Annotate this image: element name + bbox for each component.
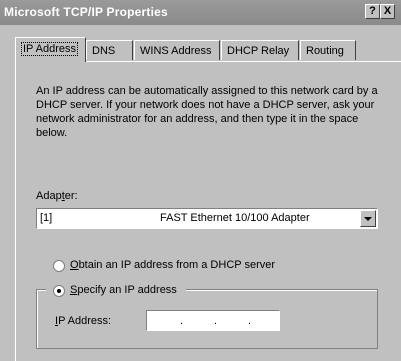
obtain-ip-text: btain an IP address from a DHCP server — [78, 259, 276, 271]
adapter-index: [1] — [40, 212, 53, 224]
obtain-ip-label[interactable]: Obtain an IP address from a DHCP server — [70, 259, 275, 271]
ip-separator: . — [180, 315, 184, 327]
tab-label: WINS Address — [140, 45, 212, 57]
adapter-label-part: er: — [64, 190, 78, 202]
chevron-down-icon[interactable] — [360, 210, 376, 227]
adapter-name: FAST Ethernet 10/100 Adapter — [160, 212, 310, 224]
title-bar: Microsoft TCP/IP Properties ? X — [0, 0, 401, 25]
tab-wins-address[interactable]: WINS Address — [134, 40, 220, 60]
tab-label: DNS — [92, 45, 116, 57]
specify-ip-text: pecify an IP address — [77, 284, 177, 296]
close-button[interactable]: X — [380, 4, 395, 19]
help-button[interactable]: ? — [365, 4, 380, 19]
specify-ip-label[interactable]: Specify an IP address — [70, 284, 177, 296]
tab-ip-address[interactable]: IP Address — [15, 37, 86, 62]
window-title: Microsoft TCP/IP Properties — [4, 5, 168, 19]
obtain-ip-accel: O — [70, 259, 79, 271]
tab-routing[interactable]: Routing — [300, 40, 356, 60]
tab-label: Routing — [306, 45, 344, 57]
tab-dns[interactable]: DNS — [86, 40, 133, 60]
adapter-select[interactable]: [1] FAST Ethernet 10/100 Adapter — [36, 208, 378, 229]
tab-label: IP Address — [21, 42, 78, 56]
obtain-ip-radio[interactable] — [53, 260, 65, 272]
ip-address-input[interactable]: . . . — [146, 310, 280, 331]
tab-dhcp-relay[interactable]: DHCP Relay — [221, 40, 299, 60]
ip-separator: . — [214, 315, 218, 327]
intro-text: An IP address can be automatically assig… — [36, 85, 378, 139]
ip-address-label: IP Address: — [55, 315, 111, 327]
specify-ip-radio[interactable] — [53, 285, 65, 297]
adapter-label-part: Adap — [36, 190, 62, 202]
ip-address-text: P Address: — [58, 315, 112, 327]
tab-label: DHCP Relay — [227, 45, 290, 57]
ip-separator: . — [248, 315, 252, 327]
adapter-label: Adapter: — [36, 190, 78, 202]
